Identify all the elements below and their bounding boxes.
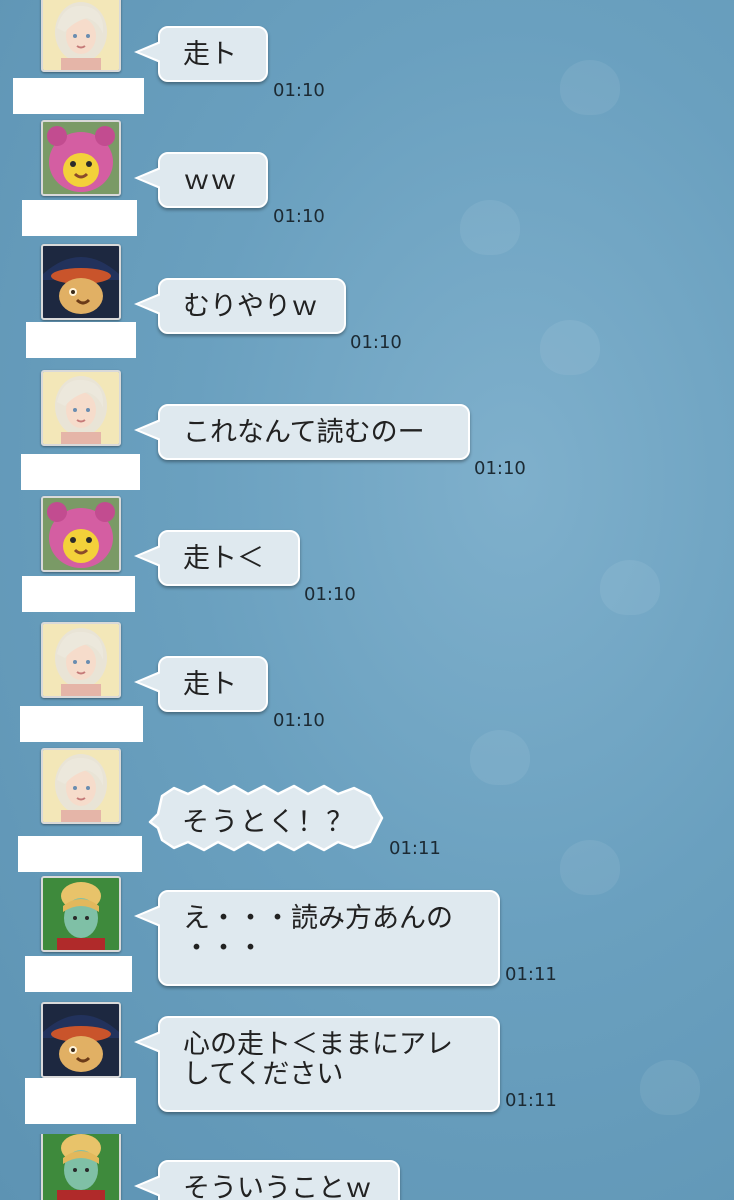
- redacted-name: [25, 956, 132, 992]
- message-line: してください: [183, 1059, 344, 1090]
- message-timestamp: 01:11: [505, 964, 557, 985]
- message-timestamp: 01:10: [304, 584, 356, 605]
- message-bubble: そういうことｗ: [134, 1160, 400, 1200]
- avatar-blonde-woman[interactable]: [41, 748, 121, 824]
- message-timestamp: 01:10: [350, 332, 402, 353]
- chat-message: むりやりｗ 01:10: [0, 244, 734, 378]
- redacted-name: [22, 200, 137, 236]
- message-timestamp: 01:10: [273, 206, 325, 227]
- message-bubble: ｗｗ: [134, 152, 268, 208]
- message-bubble: 走ト: [134, 656, 268, 712]
- avatar-blonde-woman[interactable]: [41, 622, 121, 698]
- redacted-name: [18, 836, 142, 872]
- message-bubble: え・・・読み方あんの ・・・: [134, 890, 500, 986]
- chat-message: ｗｗ 01:10: [0, 120, 734, 252]
- message-bubble: 心の走ト＜ままにアレ してください: [134, 1016, 500, 1112]
- avatar-blonde-woman[interactable]: [41, 370, 121, 446]
- chat-message: え・・・読み方あんの ・・・ 01:11: [0, 876, 734, 1008]
- redacted-name: [26, 322, 136, 358]
- avatar-green-elf[interactable]: [41, 876, 121, 952]
- message-bubble: むりやりｗ: [134, 278, 346, 334]
- chat-message: これなんて読むのー 01:10: [0, 370, 734, 504]
- chat-message: 走ト 01:10: [0, 622, 734, 756]
- avatar-blonde-woman[interactable]: [41, 0, 121, 72]
- message-timestamp: 01:10: [273, 80, 325, 101]
- chat-message: 心の走ト＜ままにアレ してください 01:11: [0, 1002, 734, 1134]
- message-line: え・・・読み方あんの: [183, 903, 453, 934]
- chat-message: そうとく！？ 01:11: [0, 748, 734, 882]
- message-timestamp: 01:11: [389, 838, 441, 859]
- avatar-wizard-hat[interactable]: [41, 1002, 121, 1078]
- message-timestamp: 01:10: [273, 710, 325, 731]
- avatar-pink-bear[interactable]: [41, 496, 121, 572]
- chat-message: そういうことｗ: [0, 1134, 734, 1200]
- shout-message-bubble: そうとく！？: [148, 782, 384, 854]
- avatar-wizard-hat[interactable]: [41, 244, 121, 320]
- chat-message: 走ト 01:10: [0, 0, 734, 126]
- chat-message: 走ト＜ 01:10: [0, 496, 734, 630]
- redacted-name: [21, 454, 140, 490]
- redacted-name: [20, 706, 143, 742]
- avatar-green-elf[interactable]: [41, 1134, 121, 1200]
- message-timestamp: 01:11: [505, 1090, 557, 1111]
- redacted-name: [22, 576, 135, 612]
- redacted-name: [13, 78, 144, 114]
- avatar-pink-bear[interactable]: [41, 120, 121, 196]
- message-line: 心の走ト＜ままにアレ: [183, 1029, 453, 1060]
- message-bubble: 走ト＜: [134, 530, 300, 586]
- message-timestamp: 01:10: [474, 458, 526, 479]
- message-bubble: これなんて読むのー: [134, 404, 470, 460]
- shout-message-text: そうとく！？: [182, 807, 356, 838]
- message-bubble: 走ト: [134, 26, 268, 82]
- redacted-name: [25, 1078, 136, 1124]
- message-line: ・・・: [183, 933, 264, 964]
